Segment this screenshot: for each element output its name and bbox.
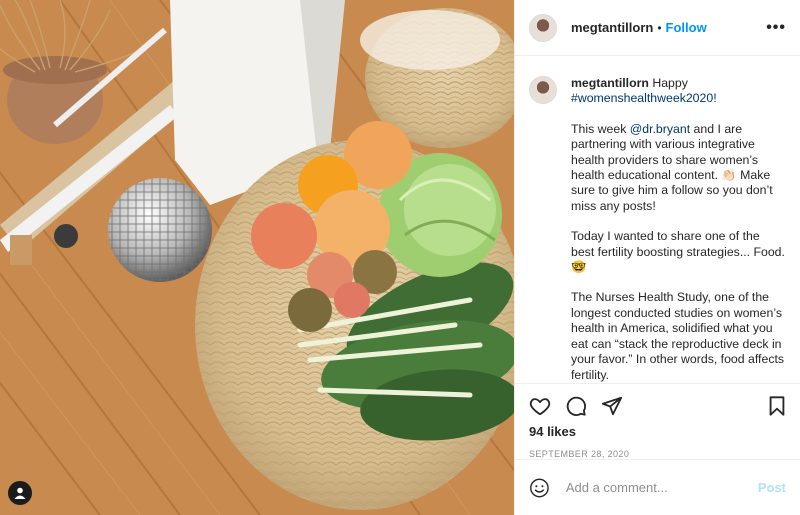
caption-p2-before: This week	[571, 121, 627, 136]
bookmark-icon[interactable]	[766, 395, 788, 417]
caption-paragraph-3: Today I wanted to share one of the best …	[571, 229, 785, 275]
post-header: megtantillorn • Follow •••	[515, 0, 800, 56]
avatar[interactable]	[529, 13, 557, 42]
post-comment-button[interactable]: Post	[758, 480, 786, 495]
post-sidebar: megtantillorn • Follow ••• megtantillorn…	[514, 0, 800, 515]
follow-button[interactable]: Follow	[666, 20, 707, 35]
caption-text: megtantillorn Happy #womenshealthweek202…	[571, 76, 786, 383]
post-photo[interactable]	[0, 0, 514, 515]
tagged-user-icon[interactable]	[8, 481, 32, 505]
caption-area[interactable]: megtantillorn Happy #womenshealthweek202…	[515, 56, 800, 384]
likes-count[interactable]: 94 likes	[515, 424, 800, 439]
mention-link[interactable]: @dr.bryant	[630, 122, 690, 136]
person-icon	[14, 487, 26, 499]
caption-p1-text: Happy	[652, 76, 688, 90]
smiley-icon[interactable]	[529, 476, 550, 500]
paper-plane-icon[interactable]	[601, 395, 623, 417]
hashtag-link[interactable]: #womenshealthweek2020!	[571, 91, 717, 105]
instagram-post: megtantillorn • Follow ••• megtantillorn…	[0, 0, 800, 515]
caption-paragraph-4: The Nurses Health Study, one of the long…	[571, 290, 785, 382]
header-username[interactable]: megtantillorn	[571, 20, 653, 35]
more-options-icon[interactable]: •••	[766, 19, 786, 37]
caption-username[interactable]: megtantillorn	[571, 76, 649, 90]
caption-avatar[interactable]	[529, 76, 557, 104]
photo-illustration	[0, 0, 514, 515]
comment-bar: Post	[515, 459, 800, 515]
action-bar	[515, 384, 800, 428]
heart-icon[interactable]	[529, 395, 551, 417]
post-date[interactable]: SEPTEMBER 28, 2020	[515, 439, 800, 459]
separator-dot: •	[657, 20, 662, 35]
comment-icon[interactable]	[565, 395, 587, 417]
comment-input[interactable]	[563, 479, 744, 496]
